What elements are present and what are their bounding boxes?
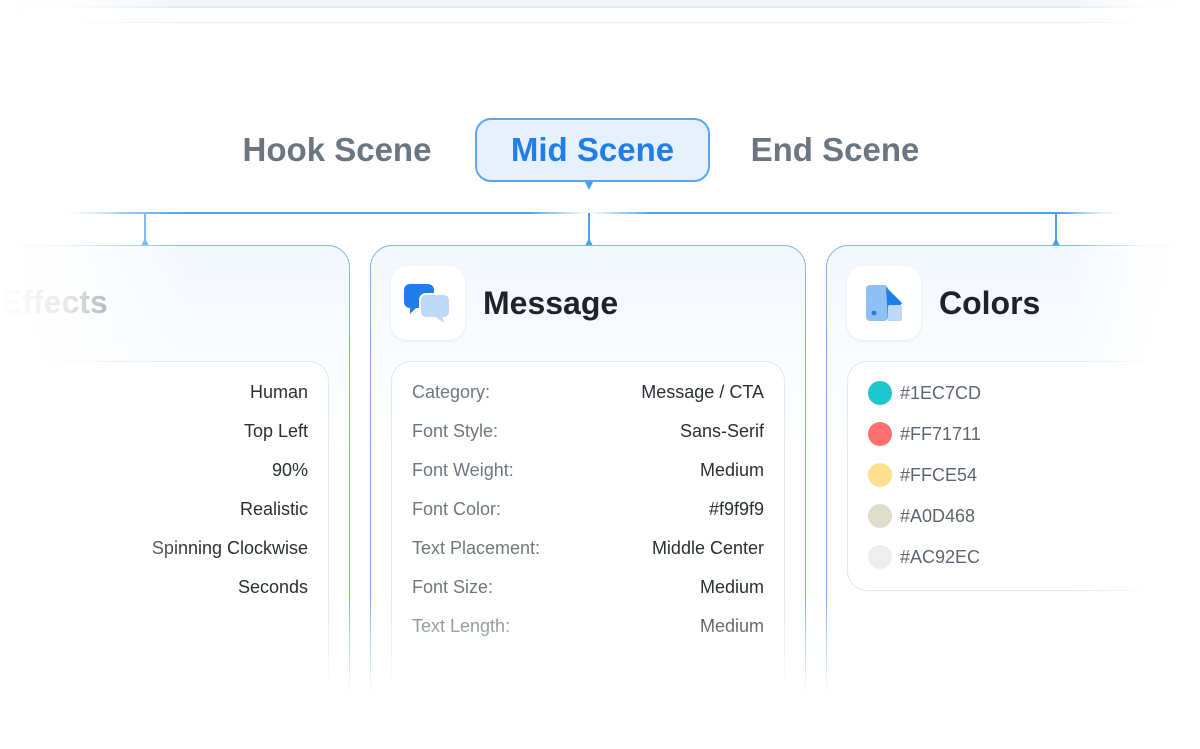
color-swatch-icon <box>847 266 921 340</box>
message-card: Message Category: Message / CTA Font Sty… <box>370 245 806 749</box>
detail-row: Text Length: Medium <box>412 616 764 640</box>
detail-row: Font Color: #f9f9f9 <box>412 499 764 523</box>
detail-row: Font Style: Sans-Serif <box>412 421 764 445</box>
chat-bubbles-icon <box>391 266 465 340</box>
detail-label: Font Style: <box>412 421 499 441</box>
detail-value: Middle Center <box>651 538 764 558</box>
effects-value: Top Left <box>243 421 308 441</box>
color-dot <box>868 463 892 487</box>
detail-value: Medium <box>699 577 764 597</box>
detail-row: Font Size: Medium <box>412 577 764 601</box>
colors-card-header: Colors <box>847 266 1040 340</box>
detail-row: Text Placement: Middle Center <box>412 538 764 562</box>
color-swatch-row: #1EC7CD <box>868 380 981 406</box>
effects-row: Realistic <box>0 499 308 523</box>
tab-end-scene[interactable]: End Scene <box>740 118 930 182</box>
detail-label: Font Color: <box>412 499 502 519</box>
color-swatch-row: #AC92EC <box>868 544 980 570</box>
colors-card: Colors #1EC7CD #FF71711 #FFCE54 #A0D468 … <box>826 245 1200 749</box>
color-hex: #1EC7CD <box>900 382 982 403</box>
colors-card-title: Colors <box>939 284 1041 321</box>
detail-row: Font Weight: Medium <box>412 460 764 484</box>
color-dot <box>868 504 892 528</box>
detail-label: Font Size: <box>412 577 494 597</box>
color-swatch-row: #FF71711 <box>868 421 981 447</box>
color-swatch-row: #FFCE54 <box>868 462 977 488</box>
detail-label: Text Placement: <box>412 538 541 558</box>
detail-value: Sans-Serif <box>679 421 764 441</box>
detail-value: Message / CTA <box>641 382 764 402</box>
effects-row: 90% <box>0 460 308 484</box>
detail-row: Category: Message / CTA <box>412 382 764 406</box>
effects-value: Seconds <box>237 577 308 597</box>
detail-value: Medium <box>699 616 764 636</box>
effects-value: Human <box>249 382 308 402</box>
detail-label: Font Weight: <box>412 460 514 480</box>
effects-row: Spinning Clockwise <box>0 538 308 562</box>
color-dot <box>868 381 892 405</box>
message-details-panel: Category: Message / CTA Font Style: Sans… <box>391 361 785 701</box>
effects-card-title: Effects <box>1 284 108 320</box>
color-dot <box>868 422 892 446</box>
effects-value: 90% <box>271 460 308 480</box>
effects-value: Realistic <box>239 499 308 519</box>
effects-row: Top Left <box>0 421 308 445</box>
effects-row: Seconds <box>0 577 308 601</box>
color-hex: #FF71711 <box>900 423 981 444</box>
detail-value: Medium <box>699 460 764 480</box>
detail-value: #f9f9f9 <box>708 499 764 519</box>
tab-hook-scene[interactable]: Hook Scene <box>232 118 442 182</box>
effects-card: Effects Human Top Left 90% Realistic Spi… <box>0 245 350 749</box>
color-palette-panel: #1EC7CD #FF71711 #FFCE54 #A0D468 #AC92EC <box>847 361 1200 591</box>
color-hex: #AC92EC <box>900 546 981 567</box>
effects-value: Spinning Clockwise <box>151 538 308 558</box>
color-dot <box>868 545 892 569</box>
color-hex: #A0D468 <box>900 505 976 526</box>
message-card-title: Message <box>483 284 619 321</box>
detail-label: Category: <box>412 382 491 402</box>
tab-mid-scene[interactable]: Mid Scene <box>475 118 710 182</box>
effects-row: Human <box>0 382 308 406</box>
message-card-header: Message <box>391 266 618 340</box>
color-hex: #FFCE54 <box>900 464 978 485</box>
color-swatch-row: #A0D468 <box>868 503 975 529</box>
detail-label: Text Length: <box>412 616 511 636</box>
effects-details-panel: Human Top Left 90% Realistic Spinning Cl… <box>0 361 329 701</box>
